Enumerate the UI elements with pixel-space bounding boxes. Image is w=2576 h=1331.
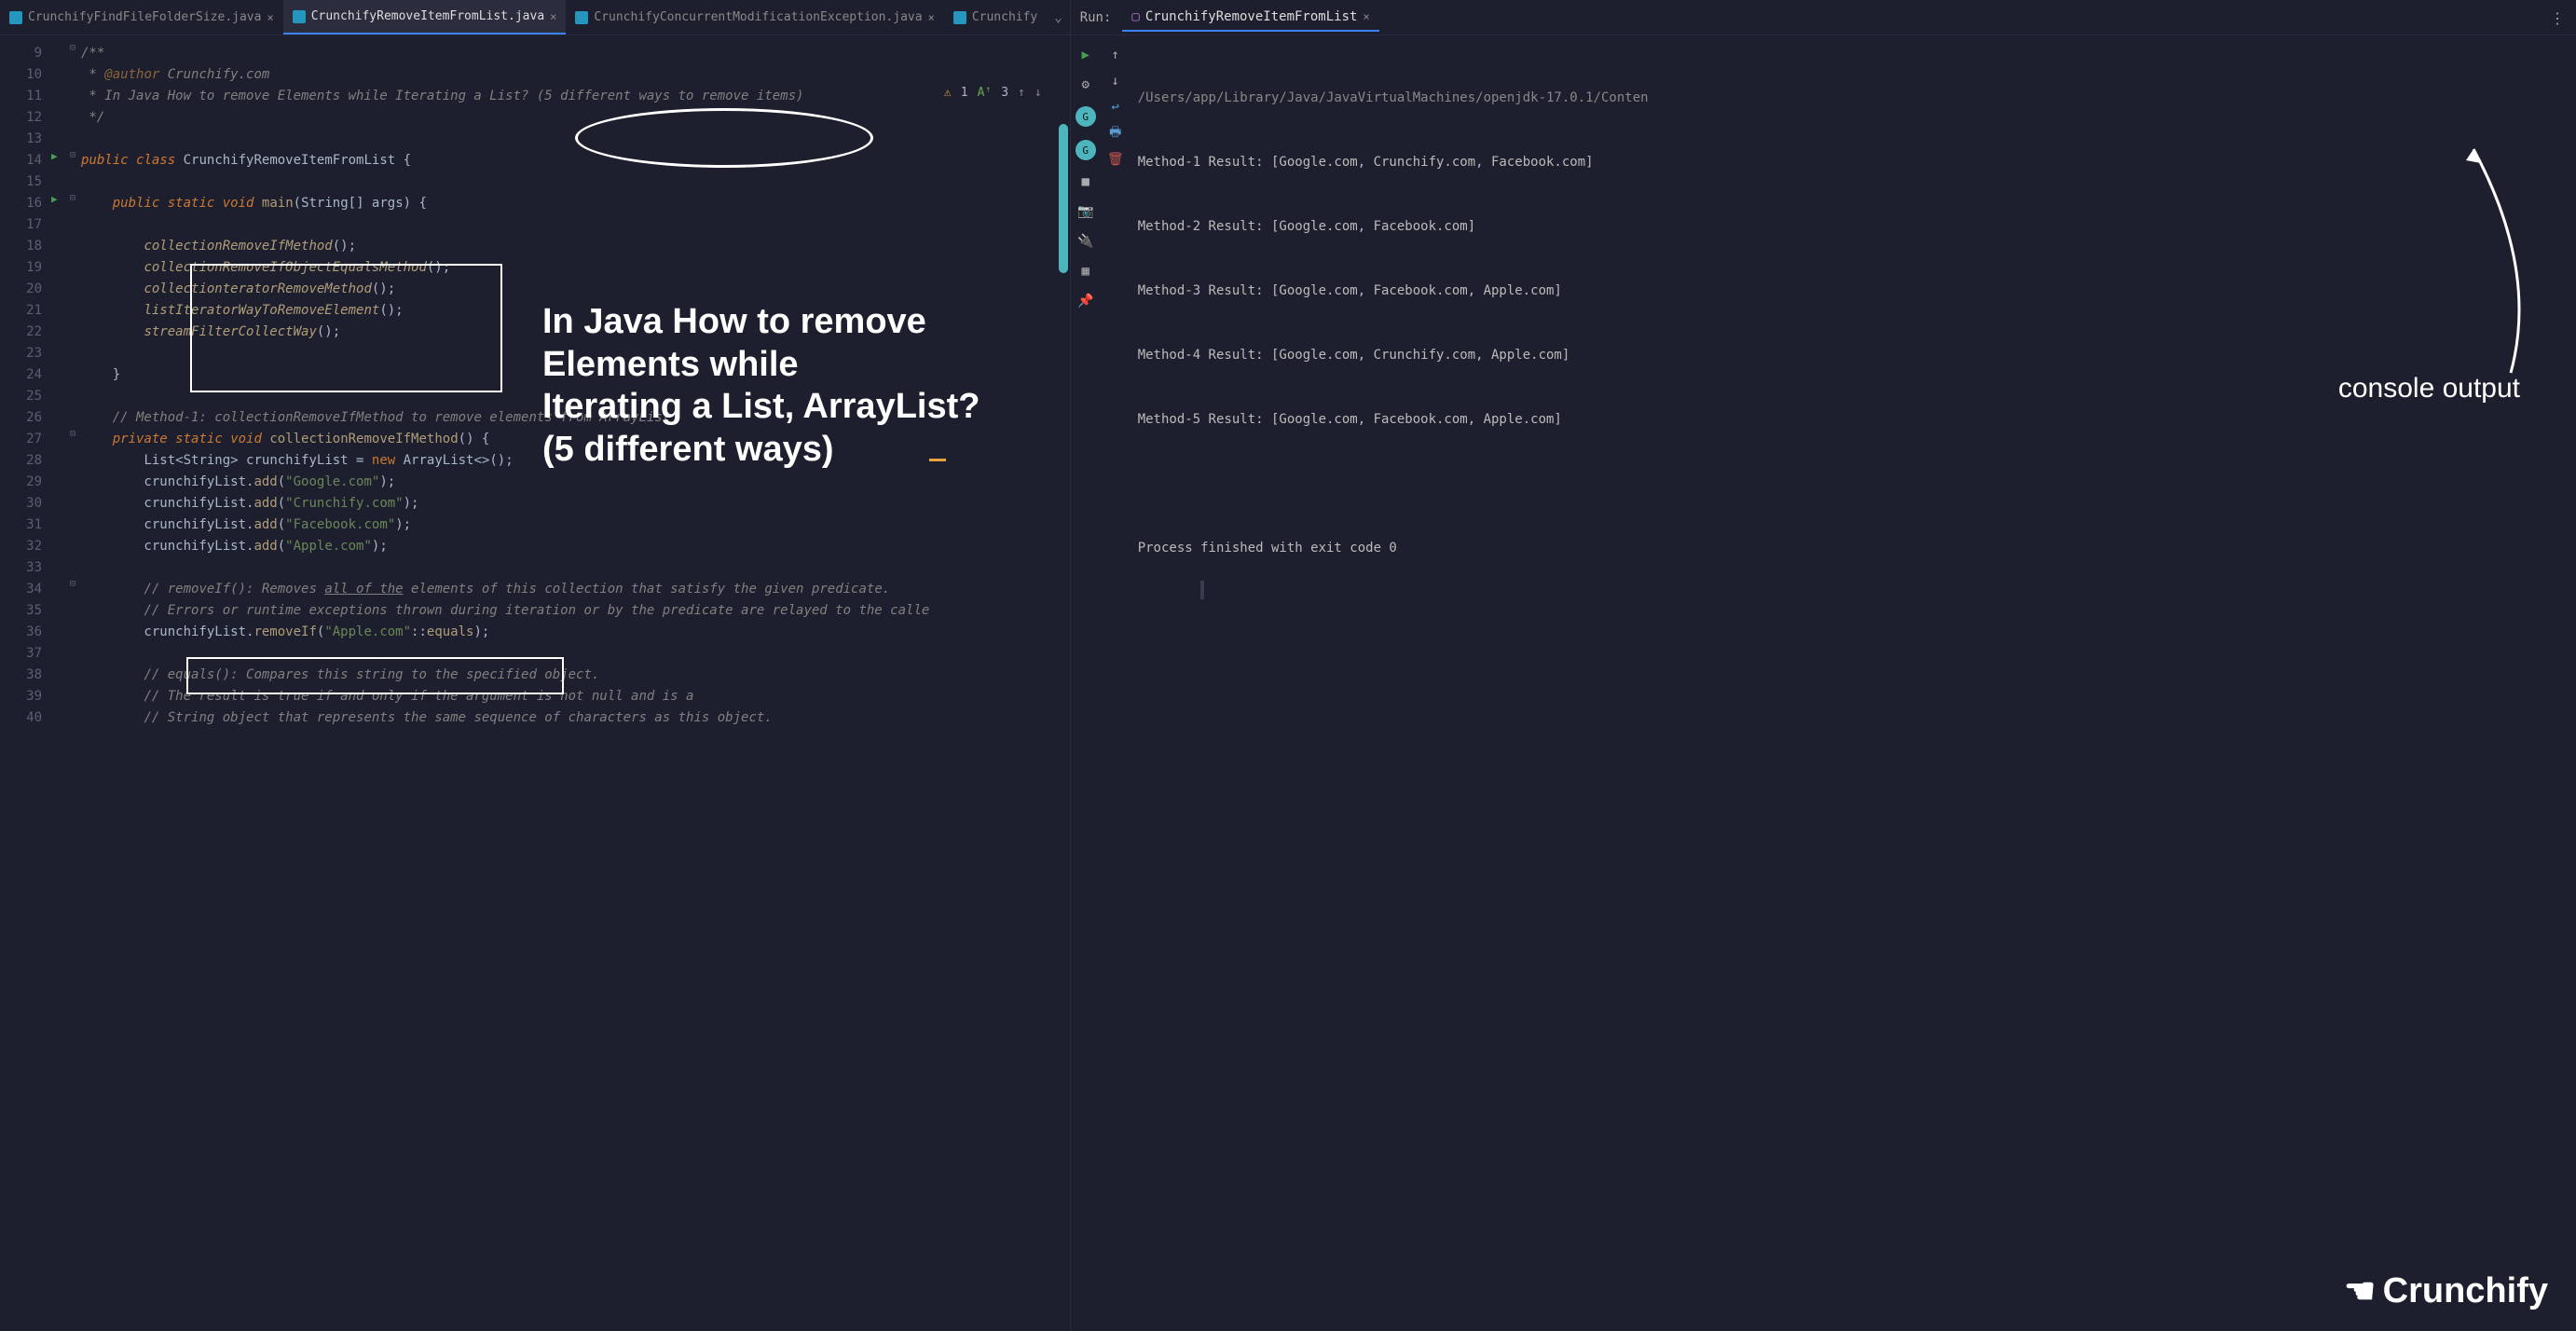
warning-icon: ⚠ <box>944 82 952 103</box>
close-icon[interactable]: × <box>550 10 556 23</box>
java-file-icon <box>953 11 966 24</box>
tab-label: Crunchify <box>972 10 1037 24</box>
tab-file-3[interactable]: CrunchifyConcurrentModificationException… <box>566 0 943 34</box>
run-gutter: ▶▶ <box>51 35 70 1331</box>
tab-file-2[interactable]: CrunchifyRemoveItemFromList.java × <box>283 0 567 34</box>
wrap-icon[interactable]: ↩ <box>1107 99 1124 116</box>
print-icon[interactable]: 🖶 <box>1107 125 1124 142</box>
inspection-badge[interactable]: ⚠ 1 Aꜛ 3 ↑ ↓ <box>944 82 1042 103</box>
close-icon[interactable]: × <box>928 11 935 24</box>
up-arrow-icon[interactable]: ↑ <box>1107 47 1124 63</box>
trash-icon[interactable]: 🗑 <box>1107 151 1124 168</box>
gear-icon[interactable]: ⚙ <box>1077 76 1094 93</box>
avatar-2[interactable]: G <box>1076 140 1096 160</box>
scrollbar-thumb[interactable] <box>1059 124 1068 273</box>
run-config-icon: ▢ <box>1131 9 1139 24</box>
pin-icon[interactable]: 📌 <box>1077 293 1094 309</box>
tab-label: CrunchifyConcurrentModificationException… <box>594 10 922 24</box>
java-file-icon <box>293 10 306 23</box>
more-icon[interactable]: ⋮ <box>2550 9 2565 27</box>
tab-file-4[interactable]: Crunchify <box>944 0 1047 34</box>
camera-icon[interactable]: 📷 <box>1077 203 1094 220</box>
java-file-icon <box>9 11 22 24</box>
down-arrow-icon[interactable]: ↓ <box>1107 73 1124 89</box>
brand-mark-icon: ☛ <box>2344 1270 2376 1312</box>
fold-gutter: ⊟⊟⊟⊟⊟ <box>70 35 81 1331</box>
editor-body: 9101112131415161718192021222324252627282… <box>0 35 1070 1331</box>
stop-icon[interactable]: ■ <box>1077 173 1094 190</box>
code-area[interactable]: ⚠ 1 Aꜛ 3 ↑ ↓ In Java How to remove Eleme… <box>81 35 1070 1331</box>
typo-icon: Aꜛ <box>978 82 993 103</box>
annotation-console-label: console output <box>2338 373 2520 405</box>
overlay-title: In Java How to remove Elements while Ite… <box>542 301 1070 471</box>
plug-icon[interactable]: 🔌 <box>1077 233 1094 250</box>
layout-icon[interactable]: ▦ <box>1077 263 1094 280</box>
run-header: Run: ▢ CrunchifyRemoveItemFromList × ⋮ <box>1071 0 2576 35</box>
brand-logo: ☛ Crunchify <box>2344 1270 2548 1312</box>
avatar-1[interactable]: G <box>1076 106 1096 127</box>
close-icon[interactable]: × <box>1363 10 1369 23</box>
run-panel: Run: ▢ CrunchifyRemoveItemFromList × ⋮ ▶… <box>1070 0 2576 1331</box>
java-file-icon <box>575 11 588 24</box>
up-arrow-icon[interactable]: ↑ <box>1018 82 1025 103</box>
chevron-down-icon[interactable]: ⌄ <box>1047 10 1069 25</box>
line-number-gutter: 9101112131415161718192021222324252627282… <box>0 35 51 1331</box>
editor-tabs-bar: CrunchifyFindFileFolderSize.java × Crunc… <box>0 0 1070 35</box>
run-label: Run: <box>1080 10 1112 25</box>
play-icon[interactable]: ▶ <box>1077 47 1094 63</box>
run-toolbar-right: ↑ ↓ ↩ 🖶 🗑 <box>1101 35 1130 1331</box>
console-output[interactable]: /Users/app/Library/Java/JavaVirtualMachi… <box>1130 35 2576 1331</box>
down-arrow-icon[interactable]: ↓ <box>1035 82 1042 103</box>
tab-file-1[interactable]: CrunchifyFindFileFolderSize.java × <box>0 0 283 34</box>
tab-label: CrunchifyRemoveItemFromList.java <box>311 9 544 23</box>
run-tab[interactable]: ▢ CrunchifyRemoveItemFromList × <box>1122 4 1378 32</box>
close-icon[interactable]: × <box>267 11 273 24</box>
tab-label: CrunchifyFindFileFolderSize.java <box>28 10 261 24</box>
run-toolbar-left: ▶ ⚙ G G ■ 📷 🔌 ▦ 📌 <box>1071 35 1101 1331</box>
